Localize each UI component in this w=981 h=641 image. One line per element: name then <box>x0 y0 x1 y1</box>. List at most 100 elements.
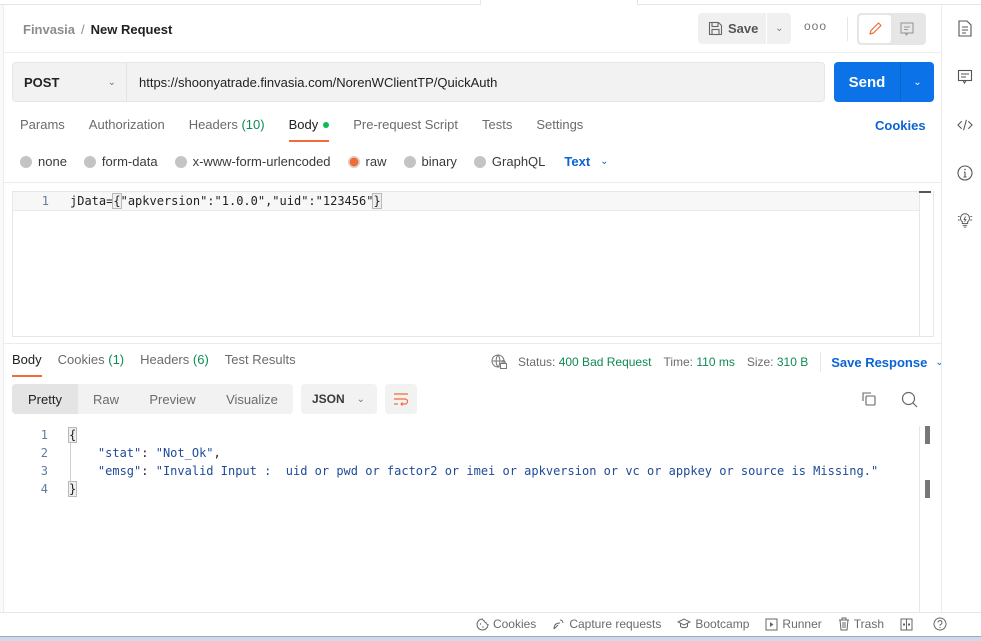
code-content: "apkversion":"1.0.0","uid":"123456" <box>120 194 374 208</box>
chevron-down-icon: ⌄ <box>107 76 116 88</box>
response-meta: Status: 400 Bad Request Time: 110 ms Siz… <box>491 352 944 372</box>
response-tab-body[interactable]: Body <box>12 352 42 377</box>
json-key: "emsg" <box>97 464 142 478</box>
trash-icon <box>838 617 849 631</box>
documentation-icon[interactable] <box>957 19 973 37</box>
size-value: 310 B <box>776 355 809 369</box>
save-label: Save <box>728 21 759 36</box>
line-number: 3 <box>40 464 48 478</box>
footer-trash[interactable]: Trash <box>838 617 884 631</box>
editor-line: 3 "emsg": "Invalid Input : uid or pwd or… <box>12 464 878 478</box>
tab-authorization[interactable]: Authorization <box>89 117 165 140</box>
radio-label: GraphQL <box>491 154 546 169</box>
footer-runner[interactable]: Runner <box>765 617 822 631</box>
radio-form-data[interactable]: form-data <box>83 154 158 169</box>
save-options-button[interactable]: ⌄ <box>767 13 792 44</box>
body-type-radios: none form-data x-www-form-urlencoded raw… <box>20 154 609 169</box>
edit-mode-button[interactable] <box>859 15 891 43</box>
save-response-button[interactable]: Save Response ⌄ <box>831 355 944 370</box>
tab-body[interactable]: Body <box>288 117 330 142</box>
wrap-lines-button[interactable] <box>385 384 417 414</box>
radio-circle <box>174 155 187 168</box>
cookies-link[interactable]: Cookies <box>875 118 926 133</box>
view-preview[interactable]: Preview <box>134 384 211 414</box>
save-group: Save ⌄ <box>698 13 792 44</box>
line-text: } <box>67 481 78 497</box>
time-value: 110 ms <box>696 355 735 369</box>
save-button[interactable]: Save <box>698 13 767 44</box>
view-visualize[interactable]: Visualize <box>211 384 293 414</box>
view-pretty[interactable]: Pretty <box>12 384 78 414</box>
footer-cookies[interactable]: Cookies <box>476 617 536 631</box>
copy-button[interactable] <box>861 391 877 410</box>
raw-type-select[interactable]: Text ⌄ <box>564 154 608 169</box>
breadcrumb-workspace[interactable]: Finvasia <box>23 22 75 37</box>
response-tab-cookies[interactable]: Cookies (1) <box>58 352 124 374</box>
radio-circle <box>347 155 360 168</box>
radio-binary[interactable]: binary <box>403 154 457 169</box>
tab-params[interactable]: Params <box>20 117 65 140</box>
comments-mode-button[interactable] <box>891 15 923 43</box>
status-bar: Cookies Capture requests Bootcamp Runner… <box>0 612 981 636</box>
footer-bootcamp[interactable]: Bootcamp <box>677 617 749 631</box>
response-scrollbar[interactable] <box>919 426 934 612</box>
open-brace: { <box>112 193 122 209</box>
view-mode-toggle <box>857 13 926 45</box>
tab-count: (1) <box>108 352 125 367</box>
more-actions-button[interactable]: ooo <box>804 19 827 33</box>
scrollbar-marker <box>925 480 930 498</box>
url-input[interactable] <box>127 63 824 101</box>
raw-type-label: Text <box>564 154 591 169</box>
footer-label: Trash <box>853 617 884 631</box>
editor-line: 1 jData={"apkversion":"1.0.0","uid":"123… <box>13 193 382 209</box>
two-pane-icon <box>900 618 913 630</box>
editor-scrollbar[interactable] <box>919 191 933 336</box>
view-raw[interactable]: Raw <box>78 384 134 414</box>
tab-label: Body <box>12 352 42 367</box>
tab-settings[interactable]: Settings <box>536 117 583 140</box>
response-body-viewer[interactable]: 1{ 2 "stat": "Not_Ok", 3 "emsg": "Invali… <box>12 424 934 612</box>
radio-raw[interactable]: raw <box>347 154 387 169</box>
network-globe-icon[interactable] <box>491 354 508 370</box>
radio-urlencoded[interactable]: x-www-form-urlencoded <box>174 154 331 169</box>
header-divider <box>847 17 848 41</box>
tab-headers[interactable]: Headers (10) <box>189 117 265 140</box>
tab-pre-request-script[interactable]: Pre-request Script <box>353 117 458 140</box>
lightbulb-icon[interactable] <box>957 211 973 229</box>
info-icon[interactable] <box>957 164 973 182</box>
radio-graphql[interactable]: GraphQL <box>473 154 546 169</box>
tab-tests[interactable]: Tests <box>482 117 512 140</box>
request-name[interactable]: New Request <box>91 22 173 37</box>
line-number: 1 <box>40 428 48 442</box>
wrap-lines-icon <box>394 393 409 406</box>
comments-icon[interactable] <box>957 68 973 86</box>
radio-circle <box>403 155 416 168</box>
tab-label: Test Results <box>224 352 296 367</box>
code-snippet-icon[interactable] <box>957 116 973 134</box>
footer-capture-requests[interactable]: Capture requests <box>552 617 661 631</box>
cookie-icon <box>476 617 489 630</box>
copy-icon <box>862 392 876 406</box>
runner-play-icon <box>765 618 778 630</box>
tab-count: (10) <box>241 117 265 132</box>
response-tab-test-results[interactable]: Test Results <box>225 352 296 374</box>
breadcrumb: Finvasia / New Request <box>23 22 172 37</box>
radio-none[interactable]: none <box>20 154 67 169</box>
status-value: 400 Bad Request <box>558 355 652 369</box>
request-body-editor[interactable]: 1 jData={"apkversion":"1.0.0","uid":"123… <box>12 191 934 337</box>
method-select[interactable]: POST ⌄ <box>13 63 127 101</box>
tab-label: Pre-request Script <box>353 117 458 132</box>
scrollbar-thumb[interactable] <box>925 426 930 444</box>
response-format-select[interactable]: JSON ⌄ <box>301 384 377 414</box>
search-button[interactable] <box>901 391 918 411</box>
response-tab-headers[interactable]: Headers (6) <box>140 352 209 374</box>
body-set-indicator <box>323 121 330 128</box>
format-label: JSON <box>312 392 345 406</box>
send-options-button[interactable]: ⌄ <box>901 62 934 102</box>
divider <box>820 352 822 372</box>
send-button[interactable]: Send <box>834 62 901 102</box>
os-taskbar-edge <box>0 636 981 641</box>
footer-two-pane-toggle[interactable] <box>900 618 917 631</box>
footer-help[interactable] <box>933 617 951 631</box>
scrollbar-thumb[interactable] <box>919 191 931 193</box>
